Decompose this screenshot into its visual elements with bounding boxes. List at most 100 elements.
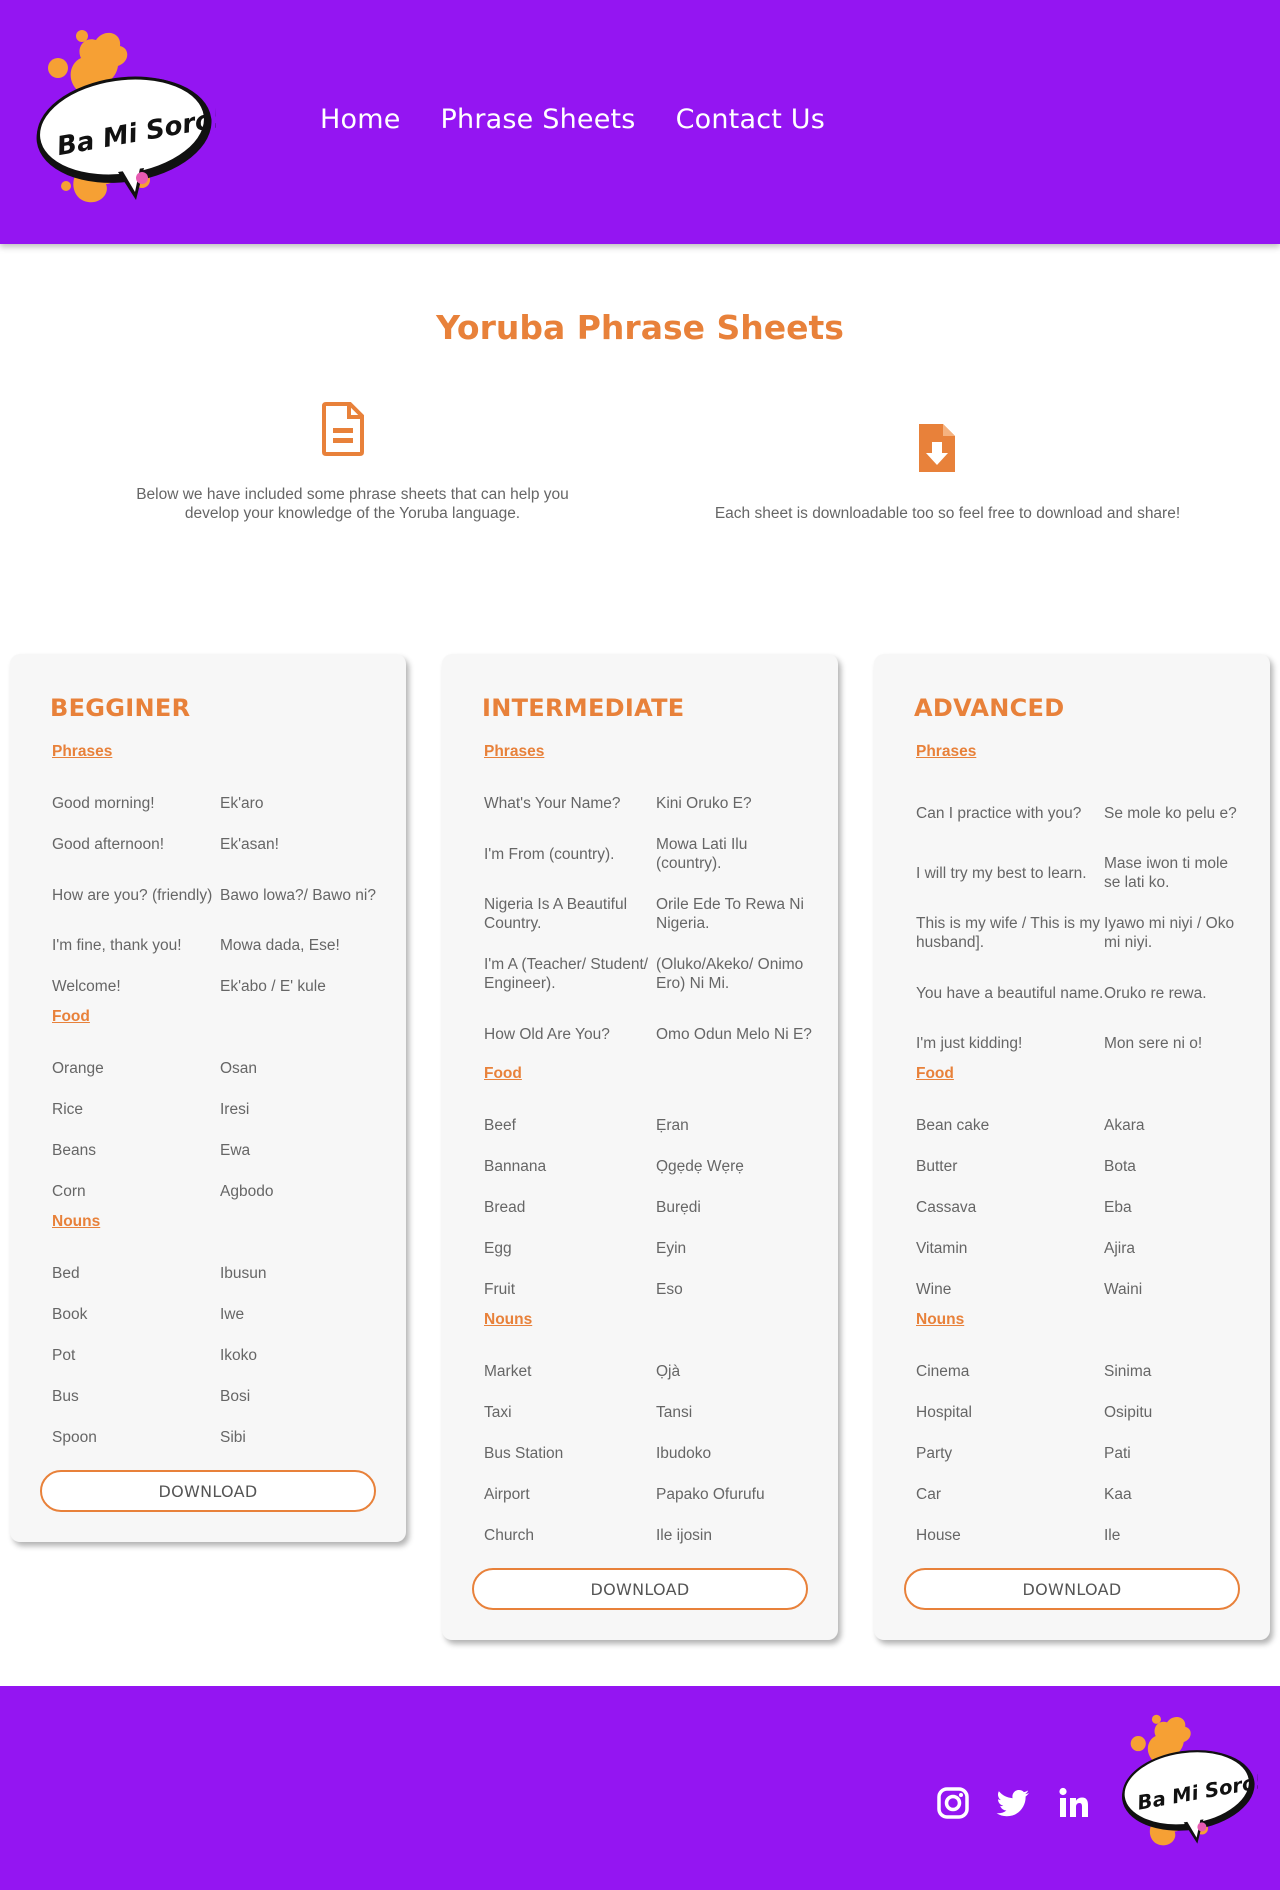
yoruba-phrase: Eso: [656, 1281, 683, 1298]
yoruba-phrase: Ile ijosin: [656, 1527, 712, 1544]
yoruba-phrase: Oruko re rewa.: [1104, 984, 1207, 1002]
yoruba-phrase: Iresi: [220, 1101, 250, 1118]
download-button[interactable]: DOWNLOAD: [40, 1470, 376, 1512]
english-phrase: I'm fine, thank you!: [52, 937, 182, 954]
phrase-row: Market Ọjà: [484, 1351, 812, 1392]
card-title: ADVANCED: [914, 694, 1065, 722]
english-phrase: Corn: [52, 1183, 86, 1200]
english-phrase: Nigeria Is A Beautiful Country.: [484, 896, 628, 932]
phrase-row: I'm From (country). Mowa Lati Ilu (countr…: [484, 824, 812, 884]
english-phrase: Book: [52, 1306, 88, 1323]
english-phrase: Vitamin: [916, 1240, 968, 1257]
nav-contact-us-link[interactable]: Contact Us: [676, 104, 825, 135]
english-phrase: Rice: [52, 1101, 84, 1118]
phrase-row: Party Pati: [916, 1433, 1244, 1474]
english-phrase: Spoon: [52, 1429, 97, 1446]
phrase-row: Bannana Ọgẹdẹ Wẹrẹ: [484, 1146, 812, 1187]
yoruba-phrase: Tansi: [656, 1404, 693, 1421]
english-phrase: Taxi: [484, 1404, 512, 1421]
english-phrase: I'm A (Teacher/ Student/ Engineer).: [484, 956, 649, 992]
english-phrase: Bus: [52, 1388, 79, 1405]
section-title-nouns[interactable]: Nouns: [484, 1310, 812, 1351]
yoruba-phrase: Osipitu: [1104, 1404, 1153, 1421]
yoruba-phrase: Ọgẹdẹ Wẹrẹ: [656, 1158, 744, 1175]
section-title-food[interactable]: Food: [484, 1064, 812, 1105]
english-phrase: You have a beautiful name.: [916, 984, 1104, 1002]
intermediate-card: INTERMEDIATE Phrases What's Your Name? Kini…: [442, 654, 838, 1640]
phrase-row: Beef Ẹran: [484, 1105, 812, 1146]
phrase-row: Egg Eyin: [484, 1228, 812, 1269]
phrase-row: Spoon Sibi: [52, 1417, 380, 1458]
phrase-row: Cassava Eba: [916, 1187, 1244, 1228]
phrase-sections: Phrases What's Your Name? Kini Oruko E? I'm…: [484, 742, 812, 1556]
yoruba-phrase: Pati: [1104, 1445, 1131, 1462]
nav-phrase-sheets-link[interactable]: Phrase Sheets: [441, 104, 636, 135]
phrase-row: House Ile: [916, 1515, 1244, 1556]
yoruba-phrase: Ek'aro: [220, 795, 264, 812]
yoruba-phrase: Bota: [1104, 1158, 1136, 1175]
english-phrase: Bread: [484, 1199, 526, 1216]
english-phrase: Cassava: [916, 1199, 977, 1216]
yoruba-phrase: Osan: [220, 1060, 258, 1077]
phrase-row: Corn Agbodo: [52, 1171, 380, 1212]
phrase-row: Book Iwe: [52, 1294, 380, 1335]
phrase-sections: Phrases Good morning! Ek'aro Good afternoon…: [52, 742, 380, 1458]
nav-home-link[interactable]: Home: [320, 104, 401, 135]
phrase-row: You have a beautiful name. Oruko re rewa.: [916, 963, 1244, 1023]
main-nav: Home Phrase Sheets Contact Us: [320, 104, 825, 135]
footer-logo-image[interactable]: Ba Mi Soro!: [1114, 1710, 1258, 1856]
phrase-row: How Old Are You? Omo Odun Melo Ni E?: [484, 1004, 812, 1064]
phrase-row: Hospital Osipitu: [916, 1392, 1244, 1433]
phrase-row: Bean cake Akara: [916, 1105, 1244, 1146]
english-phrase: Egg: [484, 1240, 512, 1257]
english-phrase: I'm From (country).: [484, 845, 615, 863]
intro-text-left: Below we have included some phrase sheet…: [136, 486, 569, 522]
download-button[interactable]: DOWNLOAD: [472, 1568, 808, 1610]
phrase-row: Wine Waini: [916, 1269, 1244, 1310]
phrase-row: Taxi Tansi: [484, 1392, 812, 1433]
section-title-food[interactable]: Food: [52, 1007, 380, 1048]
file-download-icon: [919, 424, 955, 472]
instagram-icon[interactable]: [936, 1786, 970, 1820]
section-title-nouns[interactable]: Nouns: [52, 1212, 380, 1253]
section-title-food[interactable]: Food: [916, 1064, 1244, 1105]
phrase-row: Beans Ewa: [52, 1130, 380, 1171]
phrase-row: Good afternoon! Ek'asan!: [52, 824, 380, 865]
yoruba-phrase: Papako Ofurufu: [656, 1486, 765, 1503]
phrase-row: I'm just kidding! Mon sere ni o!: [916, 1023, 1244, 1064]
section-title-phrases[interactable]: Phrases: [52, 742, 380, 783]
phrase-row: Pot Ikoko: [52, 1335, 380, 1376]
phrase-row: Orange Osan: [52, 1048, 380, 1089]
english-phrase: Beef: [484, 1117, 516, 1134]
phrase-row: Church Ile ijosin: [484, 1515, 812, 1556]
linkedin-icon[interactable]: [1057, 1786, 1091, 1820]
logo-image[interactable]: Ba Mi Soro!: [26, 24, 216, 216]
twitter-icon[interactable]: [996, 1786, 1030, 1820]
english-phrase: Bean cake: [916, 1117, 990, 1134]
yoruba-phrase: Iyawo mi niyi / Oko mi niyi.: [1104, 915, 1235, 951]
yoruba-phrase: Mon sere ni o!: [1104, 1035, 1203, 1052]
section-title-nouns[interactable]: Nouns: [916, 1310, 1244, 1351]
section-title-phrases[interactable]: Phrases: [484, 742, 812, 783]
yoruba-phrase: Ọjà: [656, 1363, 681, 1380]
page-title: Yoruba Phrase Sheets: [436, 308, 844, 347]
yoruba-phrase: Mowa Lati Ilu (country).: [656, 836, 748, 872]
phrase-row: How are you? (friendly) Bawo lowa?/ Bawo …: [52, 865, 380, 925]
english-phrase: Beans: [52, 1142, 96, 1159]
phrase-row: Airport Papako Ofurufu: [484, 1474, 812, 1515]
english-phrase: Butter: [916, 1158, 958, 1175]
download-button[interactable]: DOWNLOAD: [904, 1568, 1240, 1610]
yoruba-phrase: Burẹdi: [656, 1199, 701, 1216]
document-icon: [322, 402, 364, 456]
yoruba-phrase: Bawo lowa?/ Bawo ni?: [220, 886, 376, 904]
phrase-row: Fruit Eso: [484, 1269, 812, 1310]
phrase-row: Good morning! Ek'aro: [52, 783, 380, 824]
english-phrase: Good afternoon!: [52, 836, 165, 853]
english-phrase: Bannana: [484, 1158, 547, 1175]
english-phrase: Orange: [52, 1060, 104, 1077]
english-phrase: Market: [484, 1363, 532, 1380]
intro-text-right: Each sheet is downloadable too so feel f…: [714, 505, 1181, 522]
phrase-row: Bus Station Ibudoko: [484, 1433, 812, 1474]
yoruba-phrase: Mase iwon ti mole se lati ko.: [1104, 855, 1229, 891]
section-title-phrases[interactable]: Phrases: [916, 742, 1244, 783]
